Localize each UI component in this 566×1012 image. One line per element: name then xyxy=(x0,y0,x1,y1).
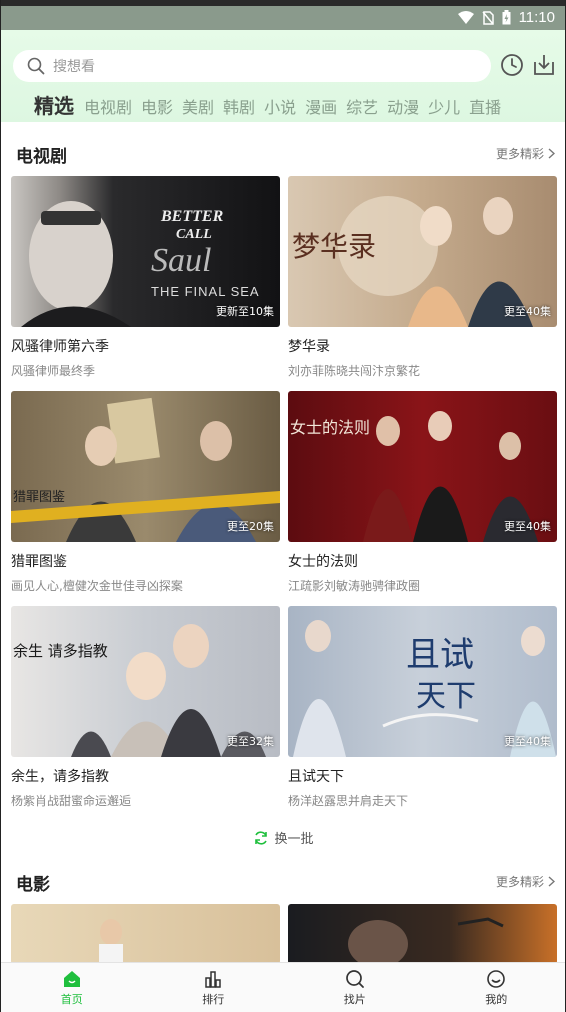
nav-label: 排行 xyxy=(202,993,225,1006)
tab-tv[interactable]: 电视剧 xyxy=(84,94,132,118)
more-link[interactable]: 更多精彩 xyxy=(496,873,555,890)
search-placeholder: 搜想看 xyxy=(53,59,95,75)
tab-us-drama[interactable]: 美剧 xyxy=(182,94,214,118)
tab-novel[interactable]: 小说 xyxy=(264,94,296,118)
show-title: 女士的法则 xyxy=(288,554,358,570)
history-icon[interactable] xyxy=(499,52,525,78)
svg-text:Saul: Saul xyxy=(151,242,211,279)
tab-comic[interactable]: 漫画 xyxy=(305,94,337,118)
clock: 11:10 xyxy=(518,9,555,26)
nav-label: 我的 xyxy=(485,993,508,1006)
tv-section-header: 电视剧 更多精彩 xyxy=(1,134,565,170)
svg-text:天下: 天下 xyxy=(416,679,476,714)
show-card[interactable]: 且试 天下 更至40集 且试天下 杨洋赵露思并肩走天下 xyxy=(288,606,557,809)
show-subtitle: 刘亦菲陈晓共闯汴京繁花 xyxy=(288,364,421,378)
download-icon[interactable] xyxy=(531,52,557,78)
show-subtitle: 江疏影刘敏涛驰骋律政圈 xyxy=(288,579,421,593)
nav-label: 首页 xyxy=(60,993,83,1006)
episode-badge: 更至20集 xyxy=(227,520,274,533)
movie-section-header: 电影 更多精彩 xyxy=(1,862,565,898)
refresh-button[interactable]: 换一批 xyxy=(1,828,565,847)
nav-profile[interactable]: 我的 xyxy=(426,963,566,1012)
poster-image xyxy=(11,904,280,962)
app-frame: 11:10 搜想看 精选 电视剧 电影 美剧 韩剧 小说 漫画 综艺 动漫 少儿… xyxy=(0,0,566,1012)
poster-image: 且试 天下 更至40集 xyxy=(288,606,557,757)
svg-text:余生 请多指教: 余生 请多指教 xyxy=(13,642,108,660)
tab-movie[interactable]: 电影 xyxy=(141,94,173,118)
show-subtitle: 画见人心,檀健次金世佳寻凶探案 xyxy=(11,579,183,593)
svg-text:且试: 且试 xyxy=(406,635,474,675)
poster-image: 梦华录 更至40集 xyxy=(288,176,557,327)
poster-image: BETTER CALL Saul THE FINAL SEA 更新至10集 xyxy=(11,176,280,327)
top-header: 搜想看 精选 电视剧 电影 美剧 韩剧 小说 漫画 综艺 动漫 少儿 直播 xyxy=(1,30,565,122)
show-card[interactable]: 女士的法则 更至40集 女士的法则 江疏影刘敏涛驰骋律政圈 xyxy=(288,391,557,594)
main-content: 电视剧 更多精彩 BETTER CALL Saul THE FINAL SEA … xyxy=(1,122,565,962)
chevron-right-icon xyxy=(548,148,555,159)
tab-kids[interactable]: 少儿 xyxy=(428,94,460,118)
poster-image xyxy=(288,904,557,962)
profile-icon xyxy=(487,970,506,988)
section-title: 电影 xyxy=(16,875,50,895)
svg-text:猎罪图鉴: 猎罪图鉴 xyxy=(13,490,65,505)
show-subtitle: 风骚律师最终季 xyxy=(11,364,96,378)
movie-card[interactable] xyxy=(11,904,280,962)
nav-ranking[interactable]: 排行 xyxy=(143,963,285,1012)
nav-home[interactable]: 首页 xyxy=(1,963,143,1012)
section-title: 电视剧 xyxy=(16,147,67,167)
poster-image: 女士的法则 更至40集 xyxy=(288,391,557,542)
episode-badge: 更至40集 xyxy=(504,520,551,533)
category-tabs: 精选 电视剧 电影 美剧 韩剧 小说 漫画 综艺 动漫 少儿 直播 xyxy=(34,90,510,119)
show-card[interactable]: BETTER CALL Saul THE FINAL SEA 更新至10集 风骚… xyxy=(11,176,280,379)
no-sim-icon xyxy=(481,10,494,25)
show-title: 余生，请多指教 xyxy=(11,769,109,785)
tab-variety[interactable]: 综艺 xyxy=(346,94,378,118)
search-icon xyxy=(27,57,45,75)
episode-badge: 更至40集 xyxy=(504,735,551,748)
show-title: 猎罪图鉴 xyxy=(11,554,67,570)
refresh-label: 换一批 xyxy=(274,832,314,847)
battery-icon xyxy=(502,10,511,25)
svg-text:CALL: CALL xyxy=(176,227,212,242)
svg-text:THE FINAL SEA: THE FINAL SEA xyxy=(151,284,260,299)
refresh-icon xyxy=(255,830,268,845)
tab-featured[interactable]: 精选 xyxy=(34,90,74,119)
show-card[interactable]: 余生 请多指教 更至32集 余生，请多指教 杨紫肖战甜蜜命运邂逅 xyxy=(11,606,280,809)
home-icon xyxy=(63,971,80,987)
tab-live[interactable]: 直播 xyxy=(469,94,501,118)
show-subtitle: 杨紫肖战甜蜜命运邂逅 xyxy=(11,794,132,808)
episode-badge: 更至32集 xyxy=(227,735,274,748)
nav-discover[interactable]: 找片 xyxy=(284,963,426,1012)
tab-anime[interactable]: 动漫 xyxy=(387,94,419,118)
svg-text:BETTER: BETTER xyxy=(160,208,224,225)
svg-text:女士的法则: 女士的法则 xyxy=(290,418,370,437)
show-card[interactable]: 猎罪图鉴 更至20集 猎罪图鉴 画见人心,檀健次金世佳寻凶探案 xyxy=(11,391,280,594)
poster-image: 猎罪图鉴 更至20集 xyxy=(11,391,280,542)
more-label: 更多精彩 xyxy=(495,875,544,889)
more-link[interactable]: 更多精彩 xyxy=(496,145,555,162)
search-icon xyxy=(345,970,364,988)
svg-text:梦华录: 梦华录 xyxy=(292,230,376,263)
show-subtitle: 杨洋赵露思并肩走天下 xyxy=(288,794,409,808)
ranking-icon xyxy=(205,971,221,988)
show-title: 风骚律师第六季 xyxy=(11,339,109,355)
movie-card[interactable] xyxy=(288,904,557,962)
nav-label: 找片 xyxy=(343,993,366,1006)
show-title: 梦华录 xyxy=(288,339,330,355)
episode-badge: 更新至10集 xyxy=(216,305,274,318)
bottom-nav: 首页 排行 找片 我的 xyxy=(1,962,566,1012)
more-label: 更多精彩 xyxy=(495,147,544,161)
poster-image: 余生 请多指教 更至32集 xyxy=(11,606,280,757)
search-bar[interactable]: 搜想看 xyxy=(13,50,491,82)
wifi-icon xyxy=(457,10,474,24)
episode-badge: 更至40集 xyxy=(504,305,551,318)
status-bar: 11:10 xyxy=(1,0,565,30)
show-card[interactable]: 梦华录 更至40集 梦华录 刘亦菲陈晓共闯汴京繁花 xyxy=(288,176,557,379)
show-title: 且试天下 xyxy=(288,769,344,785)
chevron-right-icon xyxy=(548,876,555,887)
tab-k-drama[interactable]: 韩剧 xyxy=(223,94,255,118)
